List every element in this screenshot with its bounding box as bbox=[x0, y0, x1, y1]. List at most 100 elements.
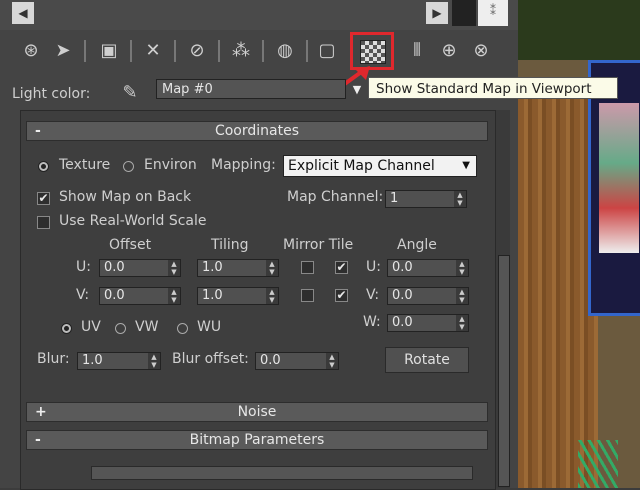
uv-radio[interactable] bbox=[61, 323, 72, 334]
spinner-arrows-icon[interactable]: ▲ ▼ bbox=[454, 191, 466, 207]
copy-material-icon[interactable]: ⊘ bbox=[184, 38, 210, 64]
uv-label: UV bbox=[81, 319, 101, 335]
v-label: V: bbox=[76, 287, 90, 303]
v-tiling-spinner[interactable]: 1.0 ▲ ▼ bbox=[197, 287, 279, 305]
bitmap-path-button[interactable] bbox=[91, 466, 473, 480]
noise-title: Noise bbox=[237, 404, 277, 420]
spinner-arrows-icon[interactable]: ▲ ▼ bbox=[168, 288, 180, 304]
assign-material-icon[interactable]: ➤ bbox=[50, 38, 76, 64]
wood-cabinet-image bbox=[518, 90, 598, 488]
offset-header: Offset bbox=[109, 237, 152, 253]
texture-radio[interactable] bbox=[38, 161, 49, 172]
show-end-result-icon[interactable]: ⫴ bbox=[404, 38, 430, 64]
w-angle-value: 0.0 bbox=[392, 315, 413, 330]
material-id-icon[interactable]: ◍ bbox=[272, 38, 298, 64]
mirror-tile-header: Mirror Tile bbox=[283, 237, 354, 253]
map-name-field[interactable]: Map #0 bbox=[156, 79, 346, 99]
plant-image bbox=[578, 440, 618, 488]
blur-offset-value: 0.0 bbox=[260, 353, 281, 368]
real-world-scale-label: Use Real-World Scale bbox=[59, 213, 207, 229]
vw-radio[interactable] bbox=[115, 323, 126, 334]
angle-header: Angle bbox=[397, 237, 437, 253]
spinner-arrows-icon[interactable]: ▲ ▼ bbox=[456, 288, 468, 304]
panel-scrollbar[interactable] bbox=[496, 110, 510, 488]
u-angle-label: U: bbox=[366, 259, 381, 275]
viewport-scene bbox=[518, 0, 640, 488]
u-label: U: bbox=[76, 259, 91, 275]
v-tile-checkbox[interactable]: ✔ bbox=[335, 289, 348, 302]
u-tile-checkbox[interactable]: ✔ bbox=[335, 261, 348, 274]
spinner-arrows-icon[interactable]: ▲ ▼ bbox=[326, 353, 338, 369]
texture-label: Texture bbox=[59, 157, 111, 173]
environ-radio[interactable] bbox=[123, 161, 134, 172]
environ-label: Environ bbox=[144, 157, 197, 173]
toolbar-divider bbox=[218, 40, 220, 62]
go-sibling-icon[interactable]: ⊗ bbox=[468, 38, 494, 64]
u-mirror-checkbox[interactable] bbox=[301, 261, 314, 274]
u-offset-spinner[interactable]: 0.0 ▲ ▼ bbox=[99, 259, 181, 277]
v-offset-value: 0.0 bbox=[104, 288, 125, 303]
spinner-arrows-icon[interactable]: ▲ ▼ bbox=[168, 260, 180, 276]
u-tiling-spinner[interactable]: 1.0 ▲ ▼ bbox=[197, 259, 279, 277]
u-tiling-value: 1.0 bbox=[202, 260, 223, 275]
spinner-arrows-icon[interactable]: ▲ ▼ bbox=[266, 288, 278, 304]
w-angle-spinner[interactable]: 0.0 ▲ ▼ bbox=[387, 314, 469, 332]
v-angle-spinner[interactable]: 0.0 ▲ ▼ bbox=[387, 287, 469, 305]
material-toolbar: ⊛ ➤ ▣ ✕ ⊘ ⁂ ◍ ▢ ⫴ ⊕ ⊗ bbox=[12, 36, 512, 68]
w-angle-label: W: bbox=[363, 314, 381, 330]
spinner-arrows-icon[interactable]: ▲ ▼ bbox=[266, 260, 278, 276]
coordinates-rollout-header[interactable]: Coordinates - bbox=[26, 121, 488, 141]
tiling-header: Tiling bbox=[211, 237, 249, 253]
make-unique-icon[interactable]: ⁂ bbox=[228, 38, 254, 64]
tooltip: Show Standard Map in Viewport bbox=[368, 77, 618, 99]
bitmap-rollout-header[interactable]: Bitmap Parameters - bbox=[26, 430, 488, 450]
spinner-arrows-icon[interactable]: ▲ ▼ bbox=[456, 260, 468, 276]
toolbar-divider bbox=[306, 40, 308, 62]
light-color-label: Light color: bbox=[12, 86, 91, 102]
show-map-viewport-icon[interactable] bbox=[360, 40, 386, 64]
rollout-container: Coordinates - Texture Environ Mapping: E… bbox=[20, 110, 496, 490]
scene-background bbox=[518, 0, 640, 60]
rotate-button[interactable]: Rotate bbox=[385, 347, 469, 373]
blur-spinner[interactable]: 1.0 ▲ ▼ bbox=[77, 352, 161, 370]
coordinates-title: Coordinates bbox=[214, 123, 300, 139]
top-strip: ◀ ▶ ⁑ bbox=[0, 0, 518, 30]
sample-slot[interactable] bbox=[452, 0, 476, 26]
toolbar-divider bbox=[262, 40, 264, 62]
map-channel-value: 1 bbox=[390, 191, 399, 206]
toolbar-divider bbox=[84, 40, 86, 62]
show-map-on-back-label: Show Map on Back bbox=[59, 189, 192, 205]
collapse-icon: - bbox=[35, 432, 41, 448]
show-map-on-back-checkbox[interactable]: ✔ bbox=[37, 192, 50, 205]
delete-icon[interactable]: ✕ bbox=[140, 38, 166, 64]
mapping-dropdown[interactable]: Explicit Map Channel ▼ bbox=[283, 155, 477, 177]
blur-label: Blur: bbox=[37, 351, 70, 367]
v-offset-spinner[interactable]: 0.0 ▲ ▼ bbox=[99, 287, 181, 305]
blur-offset-spinner[interactable]: 0.0 ▲ ▼ bbox=[255, 352, 339, 370]
v-mirror-checkbox[interactable] bbox=[301, 289, 314, 302]
toolbar-divider bbox=[130, 40, 132, 62]
eyedropper-icon[interactable]: ✎ bbox=[117, 80, 143, 106]
mapping-value: Explicit Map Channel bbox=[288, 158, 435, 174]
scroll-right-button[interactable]: ▶ bbox=[426, 2, 448, 24]
spinner-arrows-icon[interactable]: ▲ ▼ bbox=[456, 315, 468, 331]
u-angle-value: 0.0 bbox=[392, 260, 413, 275]
wu-radio[interactable] bbox=[177, 323, 188, 334]
chevron-down-icon: ▼ bbox=[462, 160, 470, 171]
spinner-arrows-icon[interactable]: ▲ ▼ bbox=[148, 353, 160, 369]
options-icon[interactable]: ⁑ bbox=[478, 0, 508, 26]
map-type-dropdown[interactable]: ▼ bbox=[346, 80, 368, 100]
get-material-icon[interactable]: ⊛ bbox=[18, 38, 44, 64]
scrollbar-thumb[interactable] bbox=[498, 255, 510, 487]
sample-slot-icon[interactable]: ▢ bbox=[314, 38, 340, 64]
put-library-icon[interactable]: ▣ bbox=[96, 38, 122, 64]
real-world-scale-checkbox[interactable] bbox=[37, 216, 50, 229]
collapse-icon: - bbox=[35, 123, 41, 139]
u-angle-spinner[interactable]: 0.0 ▲ ▼ bbox=[387, 259, 469, 277]
wu-label: WU bbox=[197, 319, 222, 335]
mapping-label: Mapping: bbox=[211, 157, 276, 173]
map-channel-spinner[interactable]: 1 ▲ ▼ bbox=[385, 190, 467, 208]
scroll-left-button[interactable]: ◀ bbox=[12, 2, 34, 24]
noise-rollout-header[interactable]: Noise + bbox=[26, 402, 488, 422]
go-parent-icon[interactable]: ⊕ bbox=[436, 38, 462, 64]
